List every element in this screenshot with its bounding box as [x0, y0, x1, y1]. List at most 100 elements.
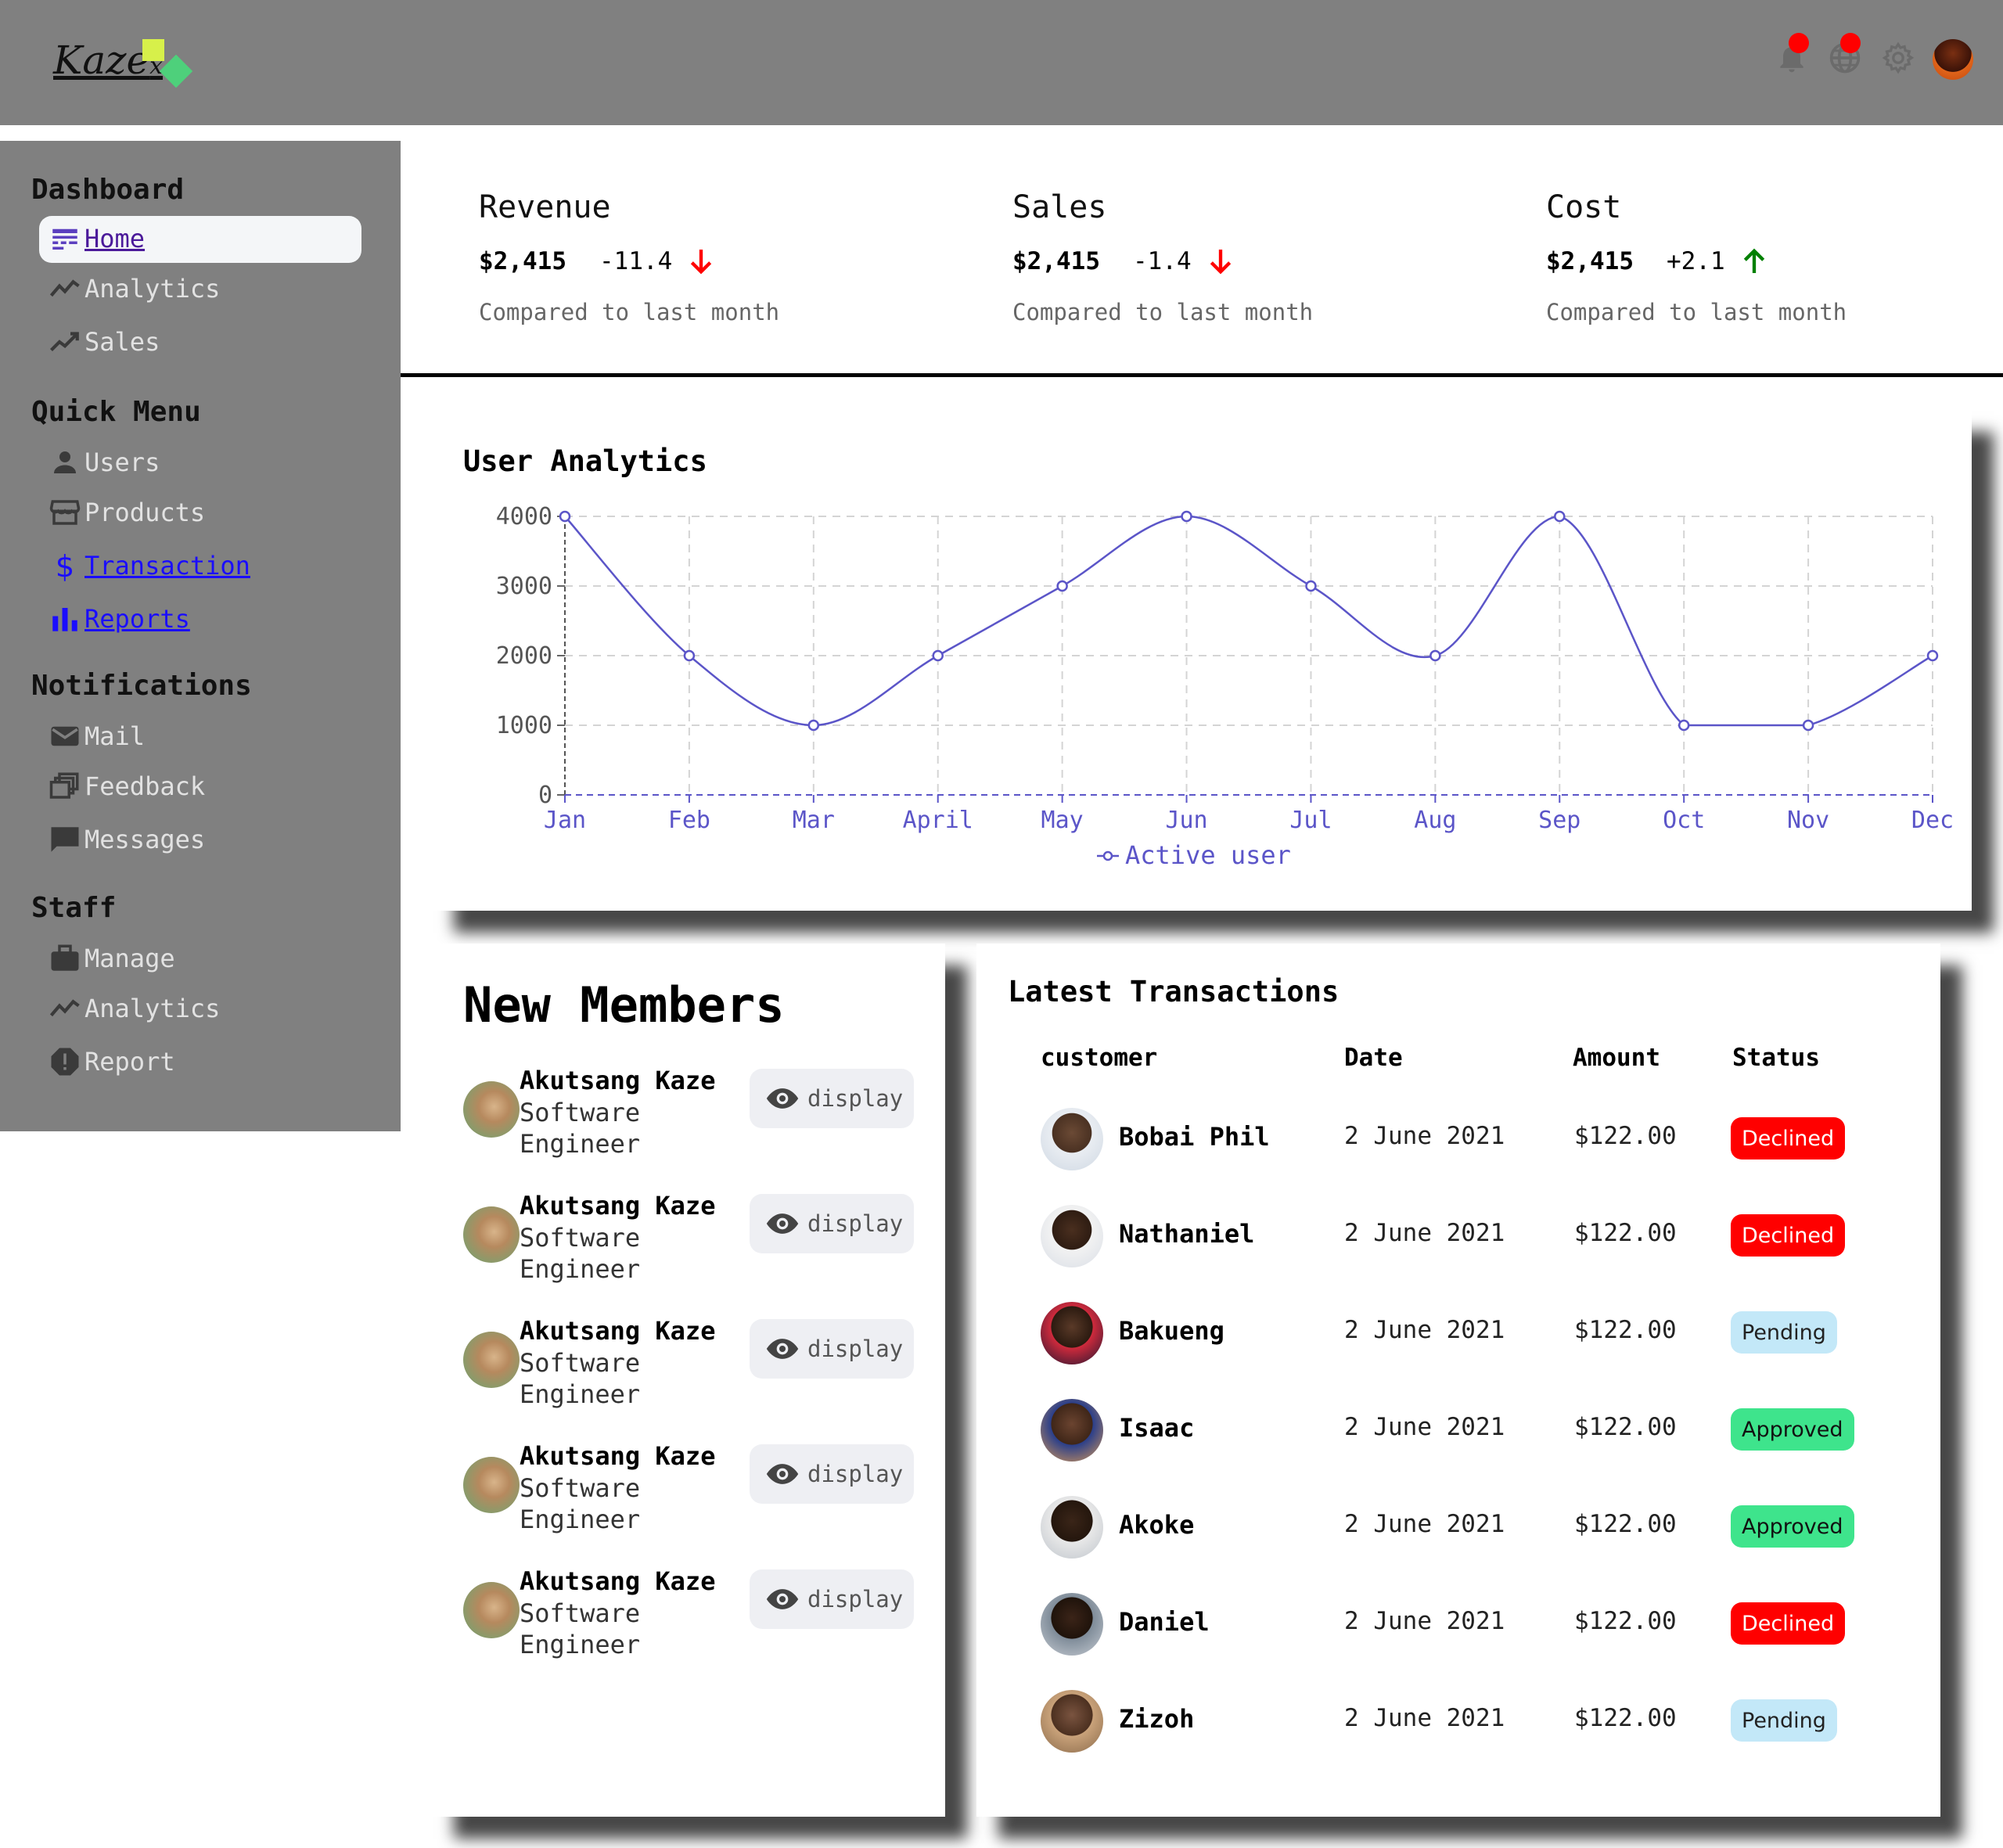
kpi-subtitle: Compared to last month — [479, 299, 780, 325]
column-header-date: Date — [1344, 1044, 1403, 1072]
kpi-subtitle: Compared to last month — [1546, 299, 1847, 325]
customer-name: Bobai Phil — [1119, 1122, 1270, 1152]
transaction-date: 2 June 2021 — [1344, 1413, 1505, 1441]
display-button[interactable]: display — [750, 1444, 914, 1504]
user-analytics-chart: 0 1000 2000 3000 4000 Jan Feb Mar April May Jun Jul… — [496, 503, 1954, 870]
member-role: Software Engineer — [520, 1598, 641, 1659]
sidebar-item-label: Reports — [85, 604, 190, 634]
svg-text:$: $ — [56, 549, 75, 582]
table-row[interactable]: Nathaniel 2 June 2021 $122.00 Declined — [1039, 1197, 1884, 1275]
customer-avatar — [1041, 1205, 1103, 1267]
customer-avatar — [1041, 1108, 1103, 1170]
status-badge: Approved — [1731, 1505, 1854, 1548]
x-tick-label: Nov — [1787, 807, 1829, 834]
store-icon — [49, 500, 81, 525]
gear-icon[interactable] — [1881, 41, 1915, 75]
sidebar-item-messages[interactable]: Messages — [49, 823, 205, 856]
transaction-amount: $122.00 — [1574, 1607, 1677, 1635]
transaction-amount: $122.00 — [1574, 1413, 1677, 1441]
sidebar-item-sales[interactable]: Sales — [49, 325, 160, 358]
logo-square-icon — [142, 39, 164, 61]
member-item: Akutsang Kaze Software Engineer display — [463, 1066, 917, 1175]
sidebar-item-label: Manage — [85, 944, 175, 973]
x-tick-label: Mar — [793, 807, 835, 834]
member-item: Akutsang Kaze Software Engineer display — [463, 1566, 917, 1676]
table-row[interactable]: Zizoh 2 June 2021 $122.00 Pending — [1039, 1682, 1884, 1760]
data-point — [1678, 719, 1690, 732]
kpi-delta: +2.1 — [1667, 247, 1725, 275]
status-badge: Approved — [1731, 1408, 1854, 1451]
display-button[interactable]: display — [750, 1319, 914, 1379]
display-button[interactable]: display — [750, 1069, 914, 1128]
user-icon — [54, 451, 76, 473]
member-role: Software Engineer — [520, 1098, 641, 1159]
table-row[interactable]: Isaac 2 June 2021 $122.00 Approved — [1039, 1391, 1884, 1469]
transactions-title: Latest Transactions — [1008, 975, 1340, 1008]
customer-avatar — [1041, 1302, 1103, 1364]
member-name: Akutsang Kaze — [520, 1566, 716, 1596]
legend-marker-icon — [1102, 850, 1113, 861]
data-point — [1926, 649, 1939, 662]
sidebar-item-mail[interactable]: Mail — [49, 720, 145, 753]
customer-name: Bakueng — [1119, 1316, 1224, 1346]
eye-icon — [766, 1464, 799, 1484]
sidebar-item-manage[interactable]: Manage — [49, 942, 175, 975]
transaction-date: 2 June 2021 — [1344, 1607, 1505, 1635]
trending-icon — [49, 999, 80, 1017]
data-point — [1305, 580, 1317, 592]
sidebar-item-staff-analytics[interactable]: Analytics — [49, 992, 220, 1025]
member-avatar — [463, 1457, 520, 1513]
y-tick-label: 4000 — [496, 503, 552, 530]
x-tick-label: Jan — [544, 807, 586, 834]
eye-icon — [766, 1339, 799, 1359]
display-button-label: display — [807, 1085, 904, 1112]
sidebar-item-label: Analytics — [85, 994, 221, 1023]
display-button[interactable]: display — [750, 1569, 914, 1629]
sidebar-item-products[interactable]: Products — [49, 496, 205, 529]
customer-avatar — [1041, 1496, 1103, 1559]
member-avatar — [463, 1081, 520, 1138]
data-point — [559, 510, 571, 523]
sidebar-item-label: Home — [85, 224, 146, 253]
customer-name: Zizoh — [1119, 1704, 1195, 1734]
sidebar-item-feedback[interactable]: Feedback — [49, 770, 205, 803]
customer-name: Nathaniel — [1119, 1219, 1255, 1249]
table-row[interactable]: Bakueng 2 June 2021 $122.00 Pending — [1039, 1294, 1884, 1372]
display-button-label: display — [807, 1336, 904, 1362]
member-avatar — [463, 1206, 520, 1263]
table-row[interactable]: Bobai Phil 2 June 2021 $122.00 Declined — [1039, 1100, 1884, 1178]
y-tick-label: 0 — [538, 782, 552, 809]
display-button[interactable]: display — [750, 1194, 914, 1253]
user-avatar[interactable] — [1933, 39, 1973, 80]
sidebar-item-analytics[interactable]: Analytics — [49, 272, 220, 305]
kpi-divider — [401, 373, 2003, 377]
sidebar-item-home[interactable]: Home — [49, 222, 145, 255]
data-point — [1181, 510, 1192, 523]
sidebar-item-transaction[interactable]: $ Transaction — [49, 549, 250, 582]
member-item: Akutsang Kaze Software Engineer display — [463, 1441, 917, 1551]
customer-name: Akoke — [1119, 1510, 1195, 1540]
series-line-active-user — [564, 515, 1933, 727]
sidebar-item-label: Sales — [85, 327, 160, 357]
arrow-up-icon — [1743, 248, 1765, 273]
member-item: Akutsang Kaze Software Engineer display — [463, 1316, 917, 1426]
data-point — [1429, 649, 1441, 662]
data-point — [807, 719, 820, 732]
sidebar-item-reports[interactable]: Reports — [49, 602, 190, 635]
section-title-quick-menu: Quick Menu — [31, 396, 201, 428]
kpi-title: Sales — [1012, 189, 1107, 225]
kpi-title: Cost — [1546, 189, 1622, 225]
eye-icon — [766, 1589, 799, 1609]
y-tick-label: 2000 — [496, 642, 552, 670]
transaction-date: 2 June 2021 — [1344, 1219, 1505, 1247]
transaction-date: 2 June 2021 — [1344, 1510, 1505, 1538]
member-item: Akutsang Kaze Software Engineer display — [463, 1191, 917, 1300]
table-row[interactable]: Akoke 2 June 2021 $122.00 Approved — [1039, 1488, 1884, 1566]
table-row[interactable]: Daniel 2 June 2021 $122.00 Declined — [1039, 1585, 1884, 1663]
sidebar-item-report[interactable]: Report — [49, 1045, 175, 1078]
sidebar-item-users[interactable]: Users — [49, 446, 160, 479]
alert-icon — [51, 1048, 79, 1076]
sidebar-item-label: Users — [85, 448, 160, 477]
y-tick-label: 3000 — [496, 573, 552, 600]
kpi-title: Revenue — [479, 189, 611, 225]
